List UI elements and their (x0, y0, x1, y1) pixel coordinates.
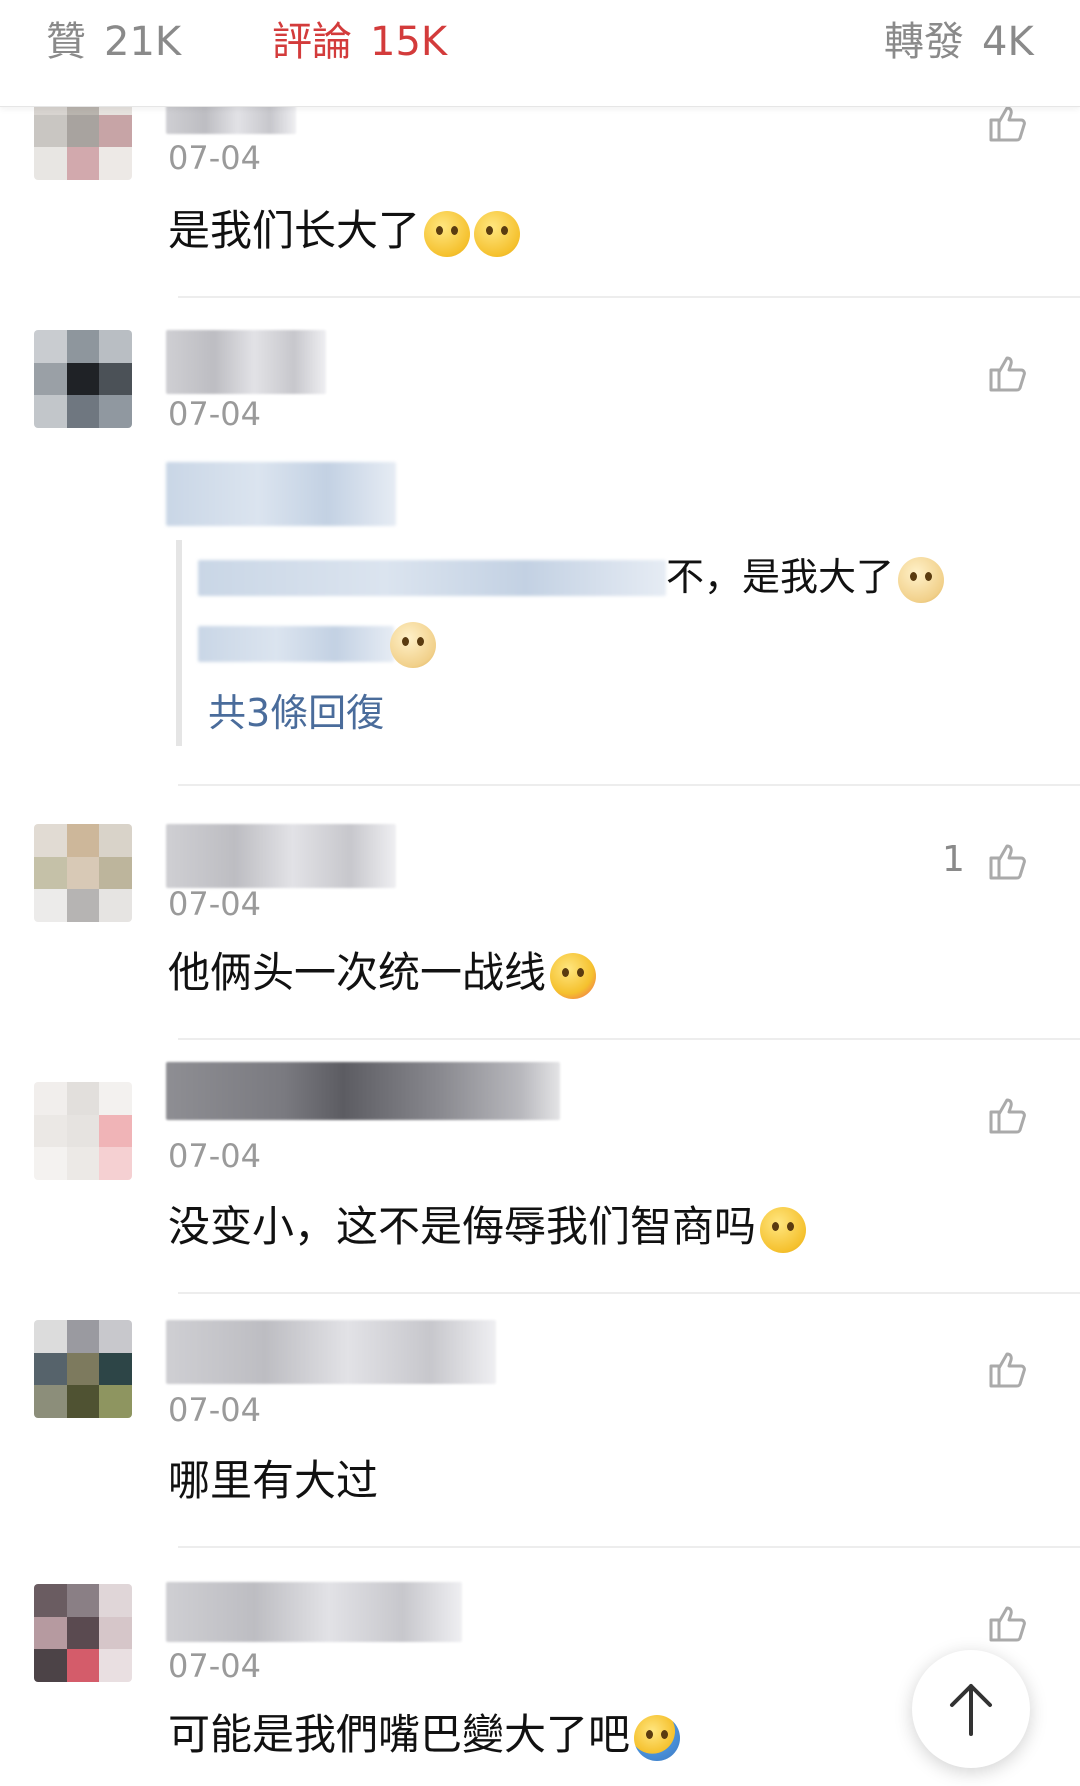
doge-face-icon (898, 556, 945, 603)
avatar[interactable] (34, 824, 132, 922)
tab-likes-count: 21K (104, 19, 182, 65)
scroll-to-top-button[interactable] (912, 1650, 1030, 1768)
tab-reposts-label: 轉發 (884, 19, 964, 65)
reply-thread[interactable]: 不，是我大了 共3條回復 (176, 540, 1066, 746)
heart-hug-face-icon (550, 952, 597, 999)
username-blurred[interactable] (166, 1062, 560, 1120)
avatar[interactable] (34, 1584, 132, 1682)
username-blurred[interactable] (166, 330, 326, 394)
comment-text: 哪里有大过 (168, 1456, 379, 1505)
reply-blurred-text (198, 560, 666, 596)
comment-text: 没变小，这不是侮辱我们智商吗 (168, 1198, 807, 1256)
comment-date: 07-04 (168, 885, 261, 923)
comment-date: 07-04 (168, 395, 261, 433)
comment-text: 可能是我們嘴巴變大了吧 (168, 1706, 681, 1764)
username-blurred[interactable] (166, 1582, 462, 1642)
thumbs-up-icon[interactable] (985, 1600, 1029, 1644)
reply-thread-bar (176, 540, 182, 746)
doge-face-icon (390, 622, 436, 668)
comment-date: 07-04 (168, 1647, 261, 1685)
reply-line: 不，是我大了 (666, 552, 945, 603)
flushed-face-icon (474, 210, 521, 257)
comment-text-content: 没变小，这不是侮辱我们智商吗 (168, 1202, 757, 1251)
like-count: 1 (942, 839, 965, 880)
tab-likes[interactable]: 贊 21K (46, 14, 181, 70)
divider (178, 1546, 1080, 1548)
comment-tab-bar: 贊 21K 評論 15K 轉發 4K (0, 0, 1080, 107)
smirk-face-icon (760, 1206, 807, 1253)
comment-text-blurred (166, 462, 396, 526)
comment-date: 07-04 (168, 1391, 261, 1429)
divider (178, 1292, 1080, 1294)
flushed-face-icon (424, 210, 471, 257)
tab-comments-label: 評論 (272, 19, 352, 65)
comment-text: 是我们长大了 (168, 202, 521, 260)
tab-comments[interactable]: 評論 15K (272, 14, 447, 70)
avatar[interactable] (34, 330, 132, 428)
divider (178, 784, 1080, 786)
reply-text: 不，是我大了 (666, 555, 895, 599)
avatar[interactable] (34, 1320, 132, 1418)
reply-blurred-text (198, 626, 394, 662)
comment-date: 07-04 (168, 139, 261, 177)
tab-likes-label: 贊 (46, 19, 86, 65)
avatar[interactable] (34, 1082, 132, 1180)
comment-text-content: 是我们长大了 (168, 206, 421, 255)
comment-date: 07-04 (168, 1137, 261, 1175)
comment-text: 他俩头一次统一战线 (168, 944, 597, 1002)
tab-comments-count: 15K (370, 19, 448, 65)
shrug-icon (634, 1714, 681, 1761)
divider (178, 1038, 1080, 1040)
thumbs-up-icon[interactable] (985, 838, 1029, 882)
view-all-replies-link[interactable]: 共3條回復 (208, 688, 384, 738)
thumbs-up-icon[interactable] (985, 1346, 1029, 1390)
thumbs-up-icon[interactable] (985, 350, 1029, 394)
comment-text-content: 他俩头一次统一战线 (168, 948, 547, 997)
username-blurred[interactable] (166, 824, 396, 888)
arrow-up-icon (950, 1684, 992, 1736)
username-blurred[interactable] (166, 1320, 496, 1384)
tab-reposts[interactable]: 轉發 4K (884, 14, 1034, 70)
comment-text-content: 可能是我們嘴巴變大了吧 (168, 1710, 631, 1759)
tab-reposts-count: 4K (982, 19, 1034, 65)
divider (178, 296, 1080, 298)
thumbs-up-icon[interactable] (985, 1092, 1029, 1136)
